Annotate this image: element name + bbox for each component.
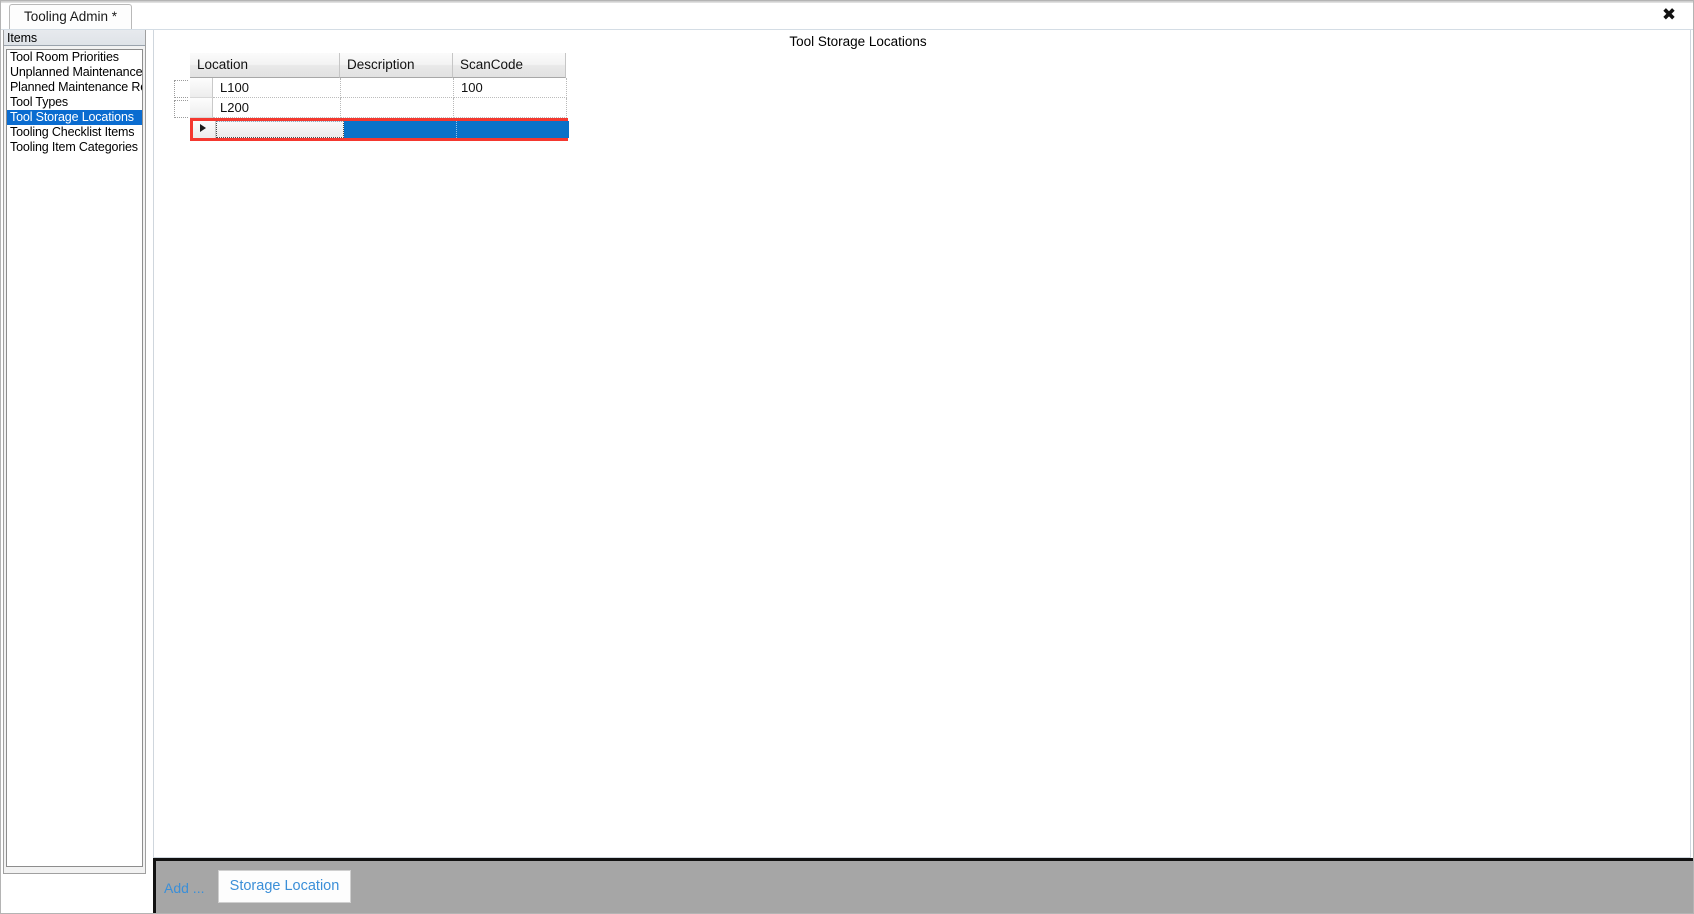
tab-strip: Tooling Admin * ✖ xyxy=(1,1,1693,30)
table-row[interactable]: L100 100 xyxy=(170,78,567,98)
column-header-description[interactable]: Description xyxy=(340,53,453,78)
cell-description-selected[interactable] xyxy=(344,121,457,138)
new-row-highlight xyxy=(190,118,569,141)
sidebar-item-tool-types[interactable]: Tool Types xyxy=(7,95,142,110)
sidebar-item-list[interactable]: Tool Room Priorities Unplanned Maintenan… xyxy=(6,49,143,867)
cell-scancode-selected[interactable] xyxy=(457,121,569,138)
cell-scancode[interactable]: 100 xyxy=(454,78,567,98)
bottom-action-bar: Add ... Storage Location xyxy=(153,858,1693,913)
grid-header-row: Location Description ScanCode xyxy=(170,53,566,78)
tool-storage-locations-grid[interactable]: Location Description ScanCode L100 100 L… xyxy=(170,53,569,141)
table-row-new[interactable] xyxy=(193,121,569,138)
cell-scancode[interactable] xyxy=(454,98,567,118)
row-selector-cell[interactable] xyxy=(190,98,213,118)
column-header-scancode[interactable]: ScanCode xyxy=(453,53,566,78)
cell-description[interactable] xyxy=(341,78,454,98)
sidebar-item-tooling-checklist-items[interactable]: Tooling Checklist Items xyxy=(7,125,142,140)
row-tree-dash xyxy=(174,80,188,98)
add-label[interactable]: Add ... xyxy=(164,880,204,896)
sidebar-item-unplanned-maintenance[interactable]: Unplanned Maintenance xyxy=(7,65,142,80)
row-tree-indicator xyxy=(170,98,190,118)
cell-location[interactable]: L200 xyxy=(213,98,341,118)
row-selector-current[interactable] xyxy=(193,121,216,138)
sidebar-item-tool-storage-locations[interactable]: Tool Storage Locations xyxy=(7,110,142,125)
cell-location[interactable]: L100 xyxy=(213,78,341,98)
application-window: Tooling Admin * ✖ Items Tool Room Priori… xyxy=(0,0,1694,914)
main-content-panel: Tool Storage Locations Location Descript… xyxy=(153,30,1691,858)
row-selector-cell[interactable] xyxy=(190,78,213,98)
row-tree-dash xyxy=(174,100,188,118)
grid-corner-cell xyxy=(170,53,190,78)
sidebar-item-tool-room-priorities[interactable]: Tool Room Priorities xyxy=(7,50,142,65)
sidebar-header-label: Items xyxy=(4,30,145,46)
tab-strip-top-line xyxy=(1,1,1693,3)
cell-description[interactable] xyxy=(341,98,454,118)
close-icon[interactable]: ✖ xyxy=(1658,5,1680,27)
table-row[interactable]: L200 xyxy=(170,98,567,118)
column-header-location[interactable]: Location xyxy=(190,53,340,78)
tab-tooling-admin[interactable]: Tooling Admin * xyxy=(9,4,133,29)
sidebar-item-tooling-item-categories[interactable]: Tooling Item Categories xyxy=(7,140,142,155)
sidebar-panel: Items Tool Room Priorities Unplanned Mai… xyxy=(3,30,146,874)
cell-location-editing[interactable] xyxy=(216,121,344,138)
current-row-arrow-icon xyxy=(200,124,206,132)
sidebar-item-planned-maintenance[interactable]: Planned Maintenance Re xyxy=(7,80,142,95)
row-tree-indicator xyxy=(170,78,190,98)
add-storage-location-button[interactable]: Storage Location xyxy=(218,870,351,903)
page-title: Tool Storage Locations xyxy=(789,34,927,49)
